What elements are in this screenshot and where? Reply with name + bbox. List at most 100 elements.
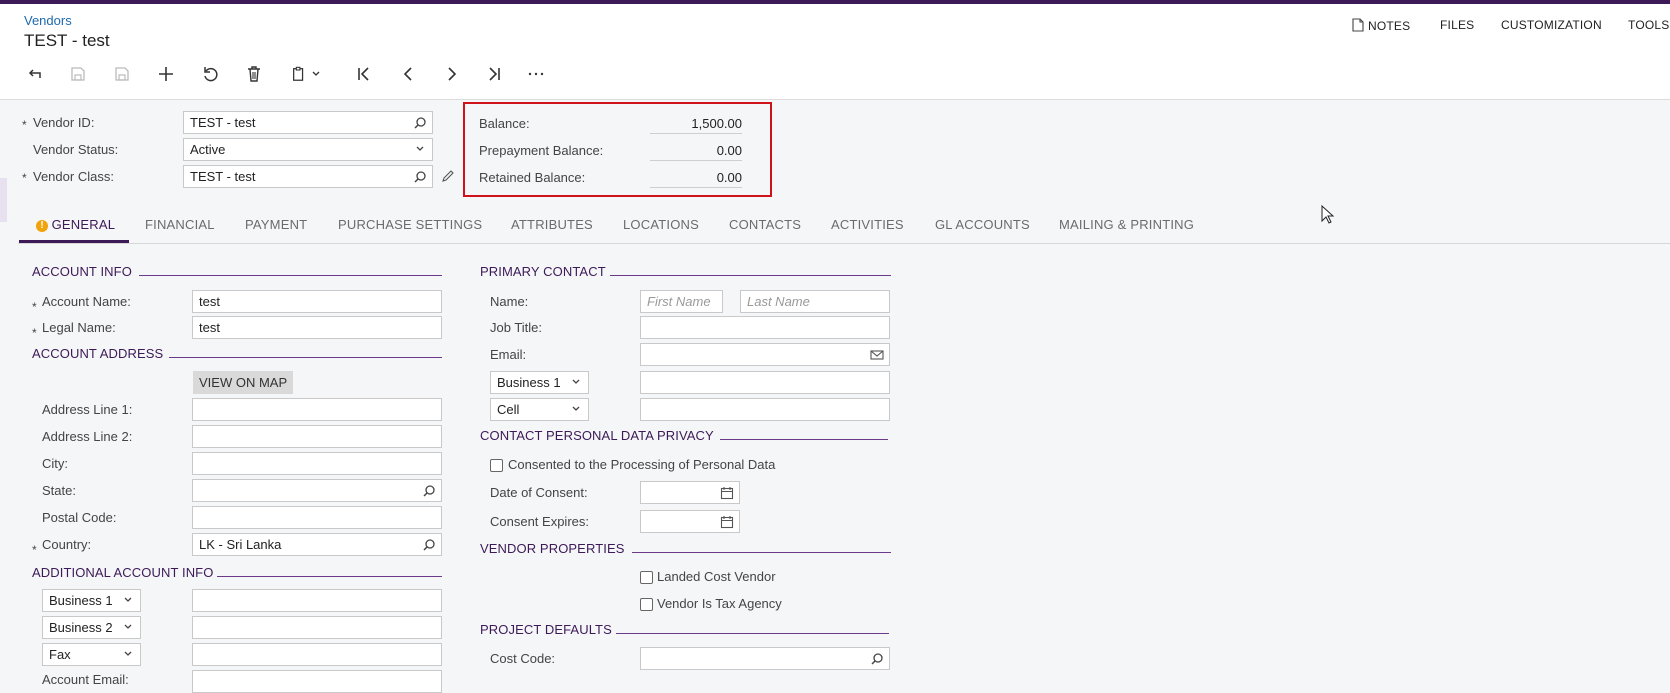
back-button[interactable]	[21, 60, 49, 88]
edit-pencil-icon[interactable]	[441, 169, 455, 183]
mail-icon[interactable]	[870, 348, 884, 362]
address-line-2-label: Address Line 2:	[42, 429, 133, 444]
country-field[interactable]: LK - Sri Lanka	[192, 533, 442, 556]
last-name-placeholder: Last Name	[747, 294, 810, 309]
section-divider	[632, 552, 891, 553]
tab-purchase-settings[interactable]: PURCHASE SETTINGS	[338, 217, 482, 232]
last-record-button[interactable]	[480, 60, 508, 88]
chevron-down-icon	[124, 651, 132, 656]
clipboard-icon	[293, 66, 304, 81]
save-button[interactable]	[108, 60, 136, 88]
calendar-icon[interactable]	[720, 515, 734, 529]
vendor-class-label: Vendor Class:	[33, 169, 114, 184]
phone-1-input[interactable]	[192, 589, 442, 612]
vendor-properties-heading: VENDOR PROPERTIES	[480, 541, 625, 556]
last-icon	[489, 67, 500, 81]
more-button[interactable]	[522, 60, 550, 88]
address-line-1-input[interactable]	[192, 398, 442, 421]
customization-button[interactable]: CUSTOMIZATION	[1501, 18, 1602, 32]
country-value: LK - Sri Lanka	[199, 537, 282, 552]
required-marker: *	[32, 543, 37, 557]
retained-balance-label: Retained Balance:	[479, 170, 586, 185]
state-field[interactable]	[192, 479, 442, 502]
first-name-placeholder: First Name	[647, 294, 711, 309]
ellipsis-icon	[528, 72, 544, 76]
fax-input[interactable]	[192, 643, 442, 666]
contact-phone-2-type-select[interactable]: Cell	[490, 398, 589, 421]
address-line-2-input[interactable]	[192, 425, 442, 448]
cancel-button[interactable]	[196, 60, 224, 88]
contact-phone-1-input[interactable]	[640, 371, 890, 394]
consent-expires-label: Consent Expires:	[490, 514, 589, 529]
tab-attributes[interactable]: ATTRIBUTES	[511, 217, 593, 232]
files-button[interactable]: FILES	[1440, 18, 1474, 32]
contact-phone-1-type-select[interactable]: Business 1	[490, 371, 589, 394]
search-icon[interactable]	[422, 484, 436, 498]
search-icon[interactable]	[422, 538, 436, 552]
tab-general-label: GENERAL	[51, 217, 116, 232]
section-divider	[217, 576, 442, 577]
add-button[interactable]	[152, 60, 180, 88]
tab-financial[interactable]: FINANCIAL	[145, 217, 215, 232]
job-title-label: Job Title:	[490, 320, 543, 335]
breadcrumb-vendors[interactable]: Vendors	[24, 13, 72, 28]
page-title: TEST - test	[24, 31, 110, 50]
phone-1-type-select[interactable]: Business 1	[42, 589, 141, 612]
delete-button[interactable]	[240, 60, 268, 88]
vendor-class-field[interactable]: TEST - test	[183, 165, 433, 188]
tab-contacts[interactable]: CONTACTS	[729, 217, 801, 232]
fax-type-select[interactable]: Fax	[42, 643, 141, 666]
save-close-button[interactable]	[64, 60, 92, 88]
page-header: Vendors TEST - test NOTES FILES CUSTOMIZ…	[0, 4, 1670, 100]
tax-agency-label: Vendor Is Tax Agency	[657, 596, 782, 611]
tab-mailing-printing[interactable]: MAILING & PRINTING	[1059, 217, 1194, 232]
previous-record-button[interactable]	[394, 60, 422, 88]
vendor-status-select[interactable]: Active	[183, 138, 433, 161]
chevron-down-icon	[312, 71, 320, 76]
contact-name-label: Name:	[490, 294, 529, 309]
first-icon	[358, 67, 369, 81]
tools-button[interactable]: TOOLS	[1628, 18, 1669, 32]
chevron-down-icon	[572, 406, 580, 411]
job-title-input[interactable]	[640, 316, 890, 339]
account-name-input[interactable]: test	[192, 290, 442, 313]
landed-cost-vendor-checkbox[interactable]	[640, 571, 653, 584]
consent-expires-input[interactable]	[640, 510, 740, 533]
first-record-button[interactable]	[350, 60, 378, 88]
date-of-consent-input[interactable]	[640, 481, 740, 504]
city-input[interactable]	[192, 452, 442, 475]
address-line-1-label: Address Line 1:	[42, 402, 133, 417]
cost-code-label: Cost Code:	[490, 651, 556, 666]
search-icon[interactable]	[870, 652, 884, 666]
consent-checkbox[interactable]	[490, 459, 503, 472]
contact-email-input[interactable]	[640, 343, 890, 366]
vendor-id-field[interactable]: TEST - test	[183, 111, 433, 134]
phone-2-type-select[interactable]: Business 2	[42, 616, 141, 639]
tax-agency-checkbox[interactable]	[640, 598, 653, 611]
next-record-button[interactable]	[438, 60, 466, 88]
trash-icon	[248, 66, 260, 82]
warning-icon: !	[36, 220, 48, 232]
copy-paste-button[interactable]	[284, 60, 328, 88]
tab-locations[interactable]: LOCATIONS	[623, 217, 699, 232]
tab-payment[interactable]: PAYMENT	[245, 217, 307, 232]
account-email-input[interactable]	[192, 670, 442, 693]
view-on-map-button[interactable]: VIEW ON MAP	[193, 371, 294, 394]
tab-activities[interactable]: ACTIVITIES	[831, 217, 904, 232]
vendor-class-value: TEST - test	[190, 169, 256, 184]
last-name-input[interactable]: Last Name	[740, 290, 890, 313]
tab-gl-accounts[interactable]: GL ACCOUNTS	[935, 217, 1030, 232]
cost-code-field[interactable]	[640, 647, 890, 670]
contact-phone-2-input[interactable]	[640, 398, 890, 421]
search-icon[interactable]	[413, 170, 427, 184]
notes-button[interactable]: NOTES	[1352, 18, 1410, 33]
country-label: Country:	[42, 537, 92, 552]
phone-2-input[interactable]	[192, 616, 442, 639]
calendar-icon[interactable]	[720, 486, 734, 500]
search-icon[interactable]	[413, 116, 427, 130]
postal-code-input[interactable]	[192, 506, 442, 529]
vendor-status-value: Active	[190, 142, 226, 157]
legal-name-input[interactable]: test	[192, 316, 442, 339]
balance-value: 1,500.00	[650, 116, 742, 134]
first-name-input[interactable]: First Name	[640, 290, 723, 313]
